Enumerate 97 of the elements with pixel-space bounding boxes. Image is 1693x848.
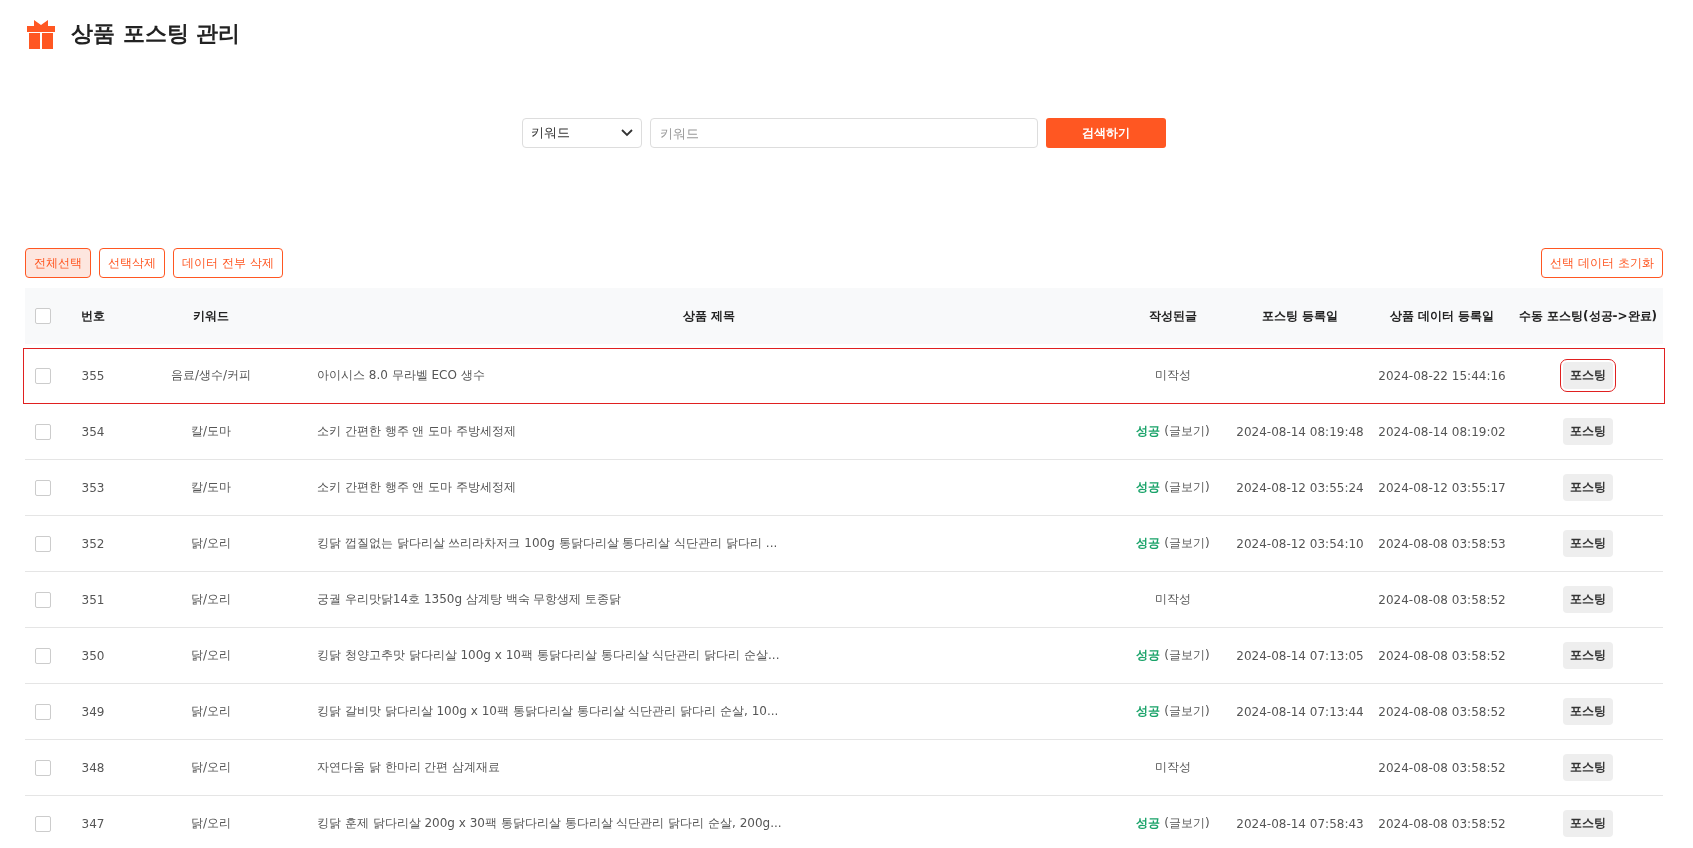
- table-row[interactable]: 355 음료/생수/커피 아이시스 8.0 무라벨 ECO 생수 미작성 2024-08-22 15:44:16 포스팅: [23, 348, 1665, 404]
- row-checkbox[interactable]: [35, 479, 51, 496]
- posting-button[interactable]: 포스팅: [1563, 418, 1613, 445]
- table-cell: 351: [81, 592, 105, 607]
- table-cell: 2024-08-08 03:58:52: [1378, 760, 1506, 775]
- table-cell: 355: [81, 368, 105, 383]
- posting-button[interactable]: 포스팅: [1563, 530, 1613, 557]
- table-cell: 칼/도마: [190, 479, 231, 496]
- view-post-link[interactable]: (글보기): [1164, 423, 1210, 440]
- table-cell: 2024-08-08 03:58:52: [1378, 704, 1506, 719]
- column-header: 키워드: [193, 307, 229, 325]
- table-cell: 353: [81, 480, 105, 495]
- status-text: 미작성: [1155, 591, 1191, 608]
- table-cell: 352: [81, 536, 105, 551]
- page-title: 상품 포스팅 관리: [71, 20, 241, 48]
- table-cell: 닭/오리: [190, 815, 231, 832]
- table-cell: 2024-08-08 03:58:52: [1378, 592, 1506, 607]
- row-checkbox[interactable]: [35, 535, 51, 552]
- posting-button[interactable]: 포스팅: [1563, 474, 1613, 501]
- table-cell: 킹닭 청양고추맛 닭다리살 100g x 10팩 통닭다리살 통다리살 식단관리 닭다리 순살...: [317, 647, 780, 664]
- table-row[interactable]: 349 닭/오리 킹닭 갈비맛 닭다리살 100g x 10팩 통닭다리살 통다리살 식단관리 닭다리 순살, 10... 성공 (글보기) 2024-08-14 07:13:44 2024-08-08 03:58:52 포스팅: [25, 684, 1663, 740]
- chevron-down-icon: [621, 129, 633, 137]
- table-cell: 348: [81, 760, 105, 775]
- table-cell: 2024-08-14 08:19:48: [1236, 424, 1364, 439]
- status-text: 성공: [1136, 647, 1161, 664]
- table-cell: 소키 간편한 행주 앤 도마 주방세정제: [317, 479, 517, 496]
- column-header: 포스팅 등록일: [1261, 307, 1339, 325]
- row-checkbox[interactable]: [35, 815, 51, 832]
- table-cell: 2024-08-14 08:19:02: [1378, 424, 1506, 439]
- table-cell: 닭/오리: [190, 647, 231, 664]
- table-cell: 354: [81, 424, 105, 439]
- status-text: 성공: [1136, 703, 1161, 720]
- search-type-select[interactable]: 키워드: [522, 118, 642, 148]
- posting-button[interactable]: 포스팅: [1563, 642, 1613, 669]
- table-row[interactable]: 351 닭/오리 궁궐 우리맛닭14호 1350g 삼계탕 백숙 무항생제 토종닭 미작성 2024-08-08 03:58:52 포스팅: [25, 572, 1663, 628]
- keyword-input[interactable]: 키워드: [650, 118, 1038, 148]
- posting-button[interactable]: 포스팅: [1563, 362, 1613, 389]
- view-post-link[interactable]: (글보기): [1164, 647, 1210, 664]
- view-post-link[interactable]: (글보기): [1164, 703, 1210, 720]
- table-row[interactable]: 352 닭/오리 킹닭 껍질없는 닭다리살 쓰리라차저크 100g 통닭다리살 통다리살 식단관리 닭다리 ... 성공 (글보기) 2024-08-12 03:54:10 2024-08-08 03:58:53 포스팅: [25, 516, 1663, 572]
- status-text: 미작성: [1155, 367, 1191, 384]
- table-cell: 2024-08-08 03:58:52: [1378, 648, 1506, 663]
- table-cell: 347: [81, 816, 105, 831]
- table-cell: 닭/오리: [190, 535, 231, 552]
- view-post-link[interactable]: (글보기): [1164, 479, 1210, 496]
- posting-button[interactable]: 포스팅: [1563, 698, 1613, 725]
- table-row[interactable]: 347 닭/오리 킹닭 훈제 닭다리살 200g x 30팩 통닭다리살 통다리살 식단관리 닭다리 순살, 200g... 성공 (글보기) 2024-08-14 07:58:43 2024-08-08 03:58:52 포스팅: [25, 796, 1663, 848]
- row-checkbox[interactable]: [35, 759, 51, 776]
- table-cell: 2024-08-14 07:13:05: [1236, 648, 1364, 663]
- table-cell: 자연다움 닭 한마리 간편 삼계재료: [317, 759, 501, 776]
- status-text: 미작성: [1155, 759, 1191, 776]
- table-cell: 2024-08-08 03:58:52: [1378, 816, 1506, 831]
- column-header: 번호: [81, 307, 105, 325]
- table-row[interactable]: 354 칼/도마 소키 간편한 행주 앤 도마 주방세정제 성공 (글보기) 2024-08-14 08:19:48 2024-08-14 08:19:02 포스팅: [25, 404, 1663, 460]
- row-checkbox[interactable]: [35, 423, 51, 440]
- row-checkbox[interactable]: [35, 703, 51, 720]
- table-cell: 2024-08-22 15:44:16: [1378, 368, 1506, 383]
- column-header: 상품 데이터 등록일: [1389, 307, 1495, 325]
- table-cell: 아이시스 8.0 무라벨 ECO 생수: [317, 367, 485, 384]
- table-cell: 킹닭 껍질없는 닭다리살 쓰리라차저크 100g 통닭다리살 통다리살 식단관리 닭다리 ...: [317, 535, 778, 552]
- table-cell: 2024-08-14 07:13:44: [1236, 704, 1364, 719]
- table-row[interactable]: 348 닭/오리 자연다움 닭 한마리 간편 삼계재료 미작성 2024-08-08 03:58:52 포스팅: [25, 740, 1663, 796]
- gift-icon: [25, 18, 57, 50]
- table-cell: 349: [81, 704, 105, 719]
- status-text: 성공: [1136, 815, 1161, 832]
- status-text: 성공: [1136, 423, 1161, 440]
- status-text: 성공: [1136, 479, 1161, 496]
- table-cell: 닭/오리: [190, 703, 231, 720]
- posting-button[interactable]: 포스팅: [1563, 810, 1613, 837]
- column-header: 작성된글: [1149, 307, 1197, 325]
- table-cell: 2024-08-14 07:58:43: [1236, 816, 1364, 831]
- view-post-link[interactable]: (글보기): [1164, 815, 1210, 832]
- table-cell: 2024-08-12 03:55:17: [1378, 480, 1506, 495]
- column-header: 상품 제목: [682, 307, 736, 325]
- column-header: 수동 포스팅(성공->완료): [1518, 307, 1658, 325]
- row-checkbox[interactable]: [35, 647, 51, 664]
- status-text: 성공: [1136, 535, 1161, 552]
- select-all-checkbox[interactable]: [35, 308, 51, 324]
- row-checkbox[interactable]: [35, 591, 51, 608]
- table-cell: 2024-08-08 03:58:53: [1378, 536, 1506, 551]
- table-cell: 킹닭 갈비맛 닭다리살 100g x 10팩 통닭다리살 통다리살 식단관리 닭다리 순살, 10...: [317, 703, 779, 720]
- table-cell: 칼/도마: [190, 423, 231, 440]
- table-cell: 킹닭 훈제 닭다리살 200g x 30팩 통닭다리살 통다리살 식단관리 닭다리 순살, 200g...: [317, 815, 782, 832]
- table-cell: 닭/오리: [190, 759, 231, 776]
- posting-button[interactable]: 포스팅: [1563, 586, 1613, 613]
- table-cell: 2024-08-12 03:54:10: [1236, 536, 1364, 551]
- view-post-link[interactable]: (글보기): [1164, 535, 1210, 552]
- table-cell: 350: [81, 648, 105, 663]
- posting-button[interactable]: 포스팅: [1563, 754, 1613, 781]
- table-row[interactable]: 350 닭/오리 킹닭 청양고추맛 닭다리살 100g x 10팩 통닭다리살 통다리살 식단관리 닭다리 순살... 성공 (글보기) 2024-08-14 07:13:05 2024-08-08 03:58:52 포스팅: [25, 628, 1663, 684]
- table-cell: 음료/생수/커피: [170, 367, 252, 384]
- table-cell: 2024-08-12 03:55:24: [1236, 480, 1364, 495]
- table-row[interactable]: 353 칼/도마 소키 간편한 행주 앤 도마 주방세정제 성공 (글보기) 2024-08-12 03:55:24 2024-08-12 03:55:17 포스팅: [25, 460, 1663, 516]
- table-cell: 소키 간편한 행주 앤 도마 주방세정제: [317, 423, 517, 440]
- row-checkbox[interactable]: [35, 367, 51, 384]
- table-cell: 닭/오리: [190, 591, 231, 608]
- table-cell: 궁궐 우리맛닭14호 1350g 삼계탕 백숙 무항생제 토종닭: [317, 591, 622, 608]
